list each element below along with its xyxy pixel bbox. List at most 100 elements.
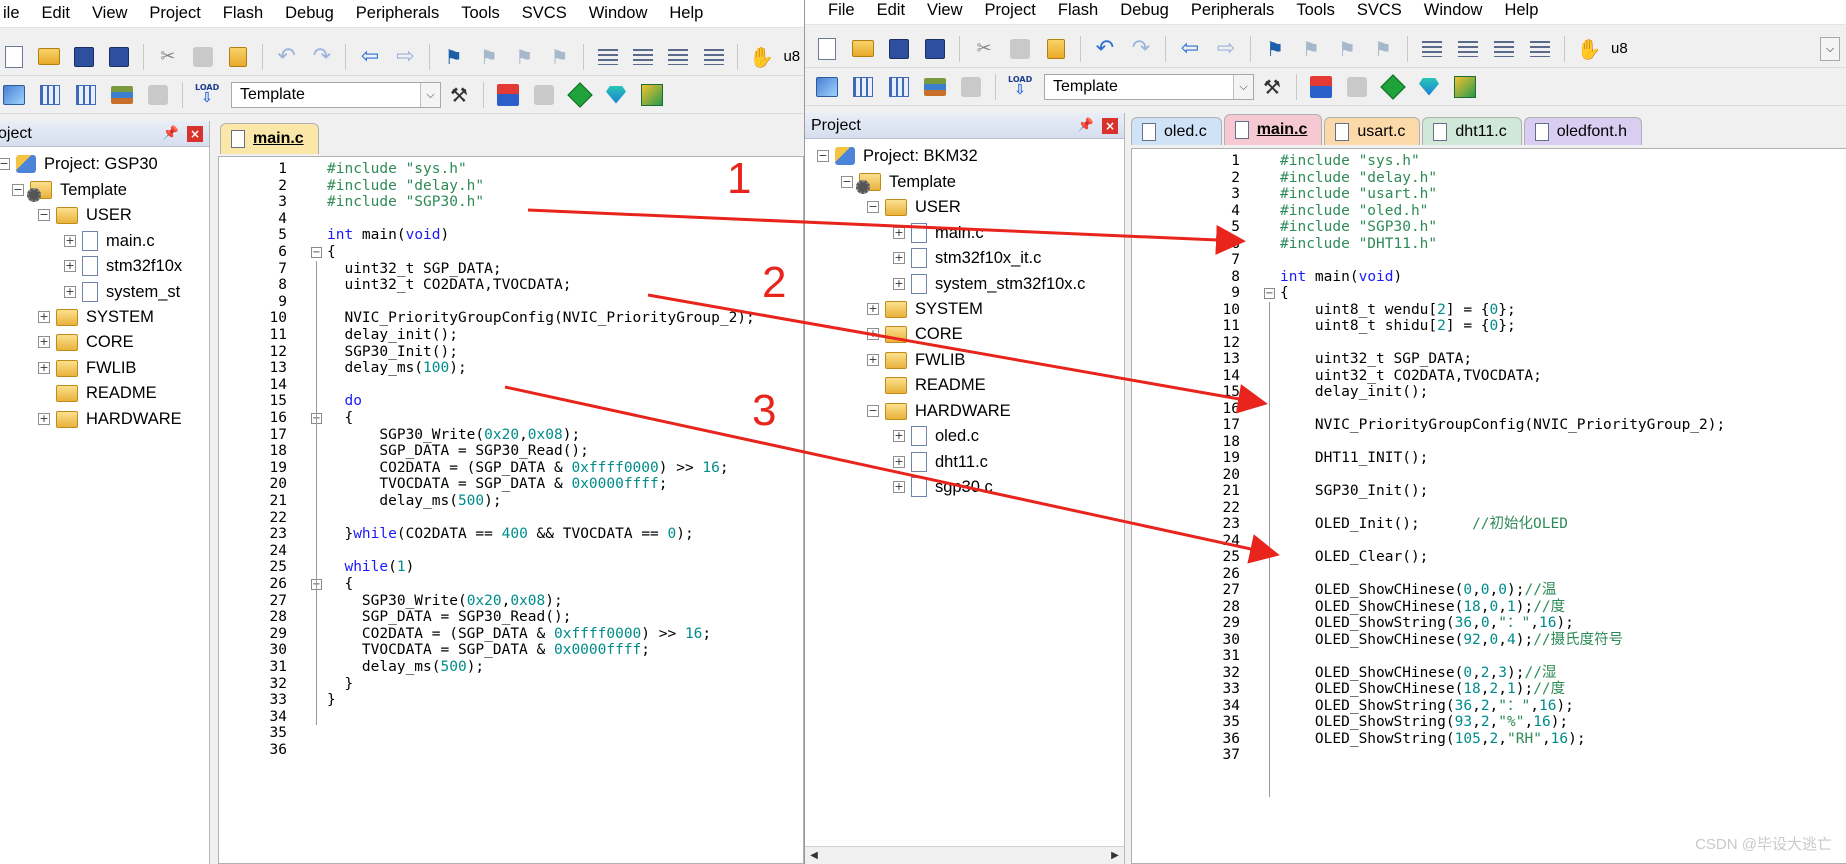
nav-forward-icon[interactable]: ⇨: [393, 44, 418, 70]
tree-item[interactable]: + FWLIB: [38, 355, 136, 381]
expand-icon[interactable]: +: [893, 430, 905, 442]
collapse-icon[interactable]: −: [841, 176, 853, 188]
menu-project[interactable]: Project: [974, 1, 1047, 20]
download-icon[interactable]: LOAD ⇩: [194, 82, 220, 108]
menu-tools[interactable]: Tools: [1285, 1, 1346, 20]
open-folder-icon[interactable]: [850, 36, 876, 62]
tree-item[interactable]: + oled.c: [893, 423, 979, 449]
menu-window[interactable]: Window: [1413, 1, 1494, 20]
expand-icon[interactable]: +: [893, 481, 905, 493]
menu-view[interactable]: View: [81, 4, 138, 23]
paste-icon[interactable]: [226, 44, 251, 70]
unindent-icon[interactable]: [630, 44, 655, 70]
tree-item[interactable]: + CORE: [867, 321, 963, 347]
expand-icon[interactable]: +: [38, 336, 50, 348]
stop-build-icon[interactable]: [145, 82, 171, 108]
comment-icon[interactable]: [1491, 36, 1517, 62]
expand-icon[interactable]: +: [867, 354, 879, 366]
expand-icon[interactable]: +: [64, 235, 76, 247]
menu-debug[interactable]: Debug: [274, 4, 345, 23]
tree-item[interactable]: − Template: [841, 169, 956, 195]
undo-icon[interactable]: ↶: [274, 44, 299, 70]
copy-icon[interactable]: [1007, 36, 1033, 62]
tree-item[interactable]: README: [867, 372, 986, 398]
target-options-icon[interactable]: ⚒: [446, 82, 472, 108]
tab-main-c[interactable]: main.c: [220, 123, 319, 154]
bookmark-icon[interactable]: ⚑: [441, 44, 466, 70]
pin-icon[interactable]: 📌: [1078, 118, 1094, 133]
collapse-icon[interactable]: −: [12, 184, 24, 196]
rebuild-icon[interactable]: [886, 74, 912, 100]
uncomment-icon[interactable]: [1527, 36, 1553, 62]
tree-item[interactable]: + CORE: [38, 329, 134, 355]
pack-installer-icon[interactable]: [1416, 74, 1442, 100]
tab-dht11-c[interactable]: dht11.c: [1422, 117, 1522, 145]
nav-back-icon[interactable]: ⇦: [357, 44, 382, 70]
tree-item[interactable]: + stm32f10x: [64, 253, 182, 279]
menu-debug[interactable]: Debug: [1109, 1, 1180, 20]
indent-icon[interactable]: [1419, 36, 1445, 62]
rebuild-icon[interactable]: [73, 82, 99, 108]
tree-item[interactable]: + system_stm32f10x.c: [893, 271, 1085, 297]
expand-icon[interactable]: +: [867, 303, 879, 315]
redo-icon[interactable]: ↷: [309, 44, 334, 70]
expand-icon[interactable]: +: [893, 227, 905, 239]
bookmark-prev-icon[interactable]: ⚑: [476, 44, 501, 70]
menu-project[interactable]: Project: [138, 4, 211, 23]
software-packs-icon[interactable]: [1452, 74, 1478, 100]
expand-icon[interactable]: +: [64, 286, 76, 298]
uncomment-icon[interactable]: [701, 44, 726, 70]
expand-icon[interactable]: +: [893, 252, 905, 264]
tree-item[interactable]: README: [38, 380, 157, 406]
save-all-icon[interactable]: [107, 44, 132, 70]
pin-icon[interactable]: 📌: [163, 126, 179, 141]
save-icon[interactable]: [886, 36, 912, 62]
expand-icon[interactable]: +: [38, 362, 50, 374]
collapse-icon[interactable]: −: [38, 209, 50, 221]
undo-icon[interactable]: ↶: [1092, 36, 1118, 62]
tree-item[interactable]: − Project: BKM32: [817, 143, 978, 169]
bookmark-clear-icon[interactable]: ⚑: [1370, 36, 1396, 62]
collapse-icon[interactable]: −: [0, 158, 10, 170]
menu-file[interactable]: File: [817, 1, 866, 20]
close-icon[interactable]: ×: [187, 125, 203, 142]
cut-icon[interactable]: ✂: [155, 44, 180, 70]
tree-item[interactable]: − HARDWARE: [867, 398, 1011, 424]
tree-item[interactable]: + FWLIB: [867, 347, 965, 373]
save-all-icon[interactable]: [922, 36, 948, 62]
tree-item[interactable]: + stm32f10x_it.c: [893, 245, 1041, 271]
batch-build-icon[interactable]: [109, 82, 135, 108]
translate-icon[interactable]: [1, 82, 27, 108]
bookmark-icon[interactable]: ⚑: [1262, 36, 1288, 62]
open-folder-icon[interactable]: [36, 44, 61, 70]
close-icon[interactable]: ×: [1102, 117, 1118, 134]
new-file-icon[interactable]: [814, 36, 840, 62]
pack-installer-icon[interactable]: [603, 82, 629, 108]
translate-icon[interactable]: [814, 74, 840, 100]
target-select[interactable]: Template ⌵: [231, 81, 441, 108]
nav-forward-icon[interactable]: ⇨: [1213, 36, 1239, 62]
tab-oledfont-h[interactable]: oledfont.h: [1523, 117, 1642, 145]
expand-icon[interactable]: +: [867, 328, 879, 340]
file-extensions-icon[interactable]: [531, 82, 557, 108]
menu-peripherals[interactable]: Peripherals: [345, 4, 450, 23]
save-icon[interactable]: [72, 44, 97, 70]
find-in-files-icon[interactable]: ✋: [749, 44, 774, 70]
indent-icon[interactable]: [595, 44, 620, 70]
tree-item[interactable]: + SYSTEM: [867, 296, 983, 322]
menu-svcs[interactable]: SVCS: [511, 4, 578, 23]
collapse-icon[interactable]: −: [867, 405, 879, 417]
unindent-icon[interactable]: [1455, 36, 1481, 62]
bookmark-prev-icon[interactable]: ⚑: [1298, 36, 1324, 62]
tree-item[interactable]: + HARDWARE: [38, 406, 182, 432]
download-icon[interactable]: LOAD ⇩: [1007, 74, 1033, 100]
bookmark-next-icon[interactable]: ⚑: [1334, 36, 1360, 62]
find-in-files-icon[interactable]: ✋: [1576, 36, 1602, 62]
find-text[interactable]: u8: [1607, 40, 1632, 57]
tree-item[interactable]: − USER: [867, 194, 961, 220]
menu-tools[interactable]: Tools: [450, 4, 511, 23]
tree-item[interactable]: + main.c: [64, 228, 155, 254]
build-icon[interactable]: [850, 74, 876, 100]
tree-item[interactable]: + system_st: [64, 279, 180, 305]
menu-edit[interactable]: Edit: [31, 4, 81, 23]
